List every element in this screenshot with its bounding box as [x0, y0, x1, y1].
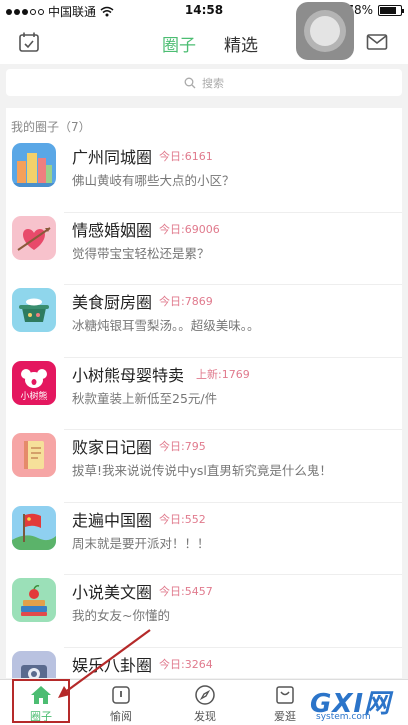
- list-item[interactable]: 小说美文圈 今日:5457 我的女友~你懂的: [6, 575, 402, 648]
- circle-desc: 拔草!我来说说传说中ysl直男斩究竟是什么鬼！: [72, 463, 332, 478]
- list-item[interactable]: 败家日记圈 今日:795 拔草!我来说说传说中ysl直男斩究竟是什么鬼！: [6, 430, 402, 503]
- circle-count: 今日:7869: [159, 295, 213, 308]
- circle-count: 今日:795: [159, 440, 206, 453]
- circle-name: 美食厨房圈: [72, 293, 153, 312]
- cooking-pot-icon: [12, 288, 56, 332]
- circle-name: 小树熊母婴特卖: [72, 365, 185, 385]
- circle-count: 上新:1769: [196, 367, 250, 381]
- mail-icon[interactable]: [366, 31, 388, 53]
- circle-desc: 佛山黄岐有哪些大点的小区？: [72, 173, 235, 188]
- search-bar: 搜索: [0, 64, 408, 102]
- tab-bar-label: 愉阅: [110, 710, 132, 723]
- circle-count: 今日:69006: [159, 222, 220, 236]
- circle-name: 广州同城圈: [72, 148, 153, 167]
- circle-desc: 我的女友~你懂的: [72, 608, 170, 623]
- circle-count: 今日:552: [159, 512, 206, 526]
- list-item[interactable]: 情感婚姻圈 今日:69006 觉得带宝宝轻松还是累？: [6, 213, 402, 286]
- books-apple-icon: [12, 578, 56, 622]
- koala-icon: 小树熊: [12, 360, 56, 405]
- circle-desc: 觉得带宝宝轻松还是累？: [72, 245, 210, 261]
- tab-bar-item-discover[interactable]: 发现: [170, 680, 240, 725]
- tab-circles[interactable]: 圈子: [162, 31, 196, 56]
- circle-name: 娱乐八卦圈: [72, 655, 153, 675]
- koala-badge-text: 小树熊: [20, 390, 47, 402]
- circle-count: 今日:5457: [159, 585, 213, 598]
- list-item[interactable]: 美食厨房圈 今日:7869 冰糖炖银耳雪梨汤。。超级美味。。: [6, 285, 402, 358]
- book-icon: [112, 686, 130, 704]
- china-flag-icon: [12, 505, 56, 550]
- tab-featured[interactable]: 精选: [224, 31, 258, 56]
- circle-count: 今日:6161: [159, 150, 213, 163]
- search-placeholder: 搜索: [202, 76, 224, 90]
- city-buildings-icon: [12, 143, 56, 187]
- battery-icon: [378, 4, 404, 16]
- circle-name: 走遍中国圈: [72, 510, 153, 530]
- circle-desc: 冰糖炖银耳雪梨汤。。超级美味。。: [72, 318, 260, 333]
- search-icon: [184, 77, 196, 88]
- compass-icon: [195, 685, 215, 705]
- bag-icon: [276, 686, 294, 704]
- circle-list-panel: 我的圈子（7） 广州同城圈 今日:6161 佛山黄岐有哪些大点的小区？ 情感婚姻…: [6, 108, 402, 678]
- site-watermark-logo: GXI网 system.com: [306, 681, 408, 725]
- notebook-icon: [12, 433, 56, 477]
- circle-count: 今日:3264: [159, 657, 213, 671]
- tab-bar-label: 发现: [194, 710, 216, 723]
- list-item[interactable]: 小树熊 小树熊母婴特卖 上新:1769 秋款童装上新低至25元/件: [6, 358, 402, 431]
- circle-name: 败家日记圈: [72, 438, 153, 457]
- tab-bar-item-reading[interactable]: 愉阅: [86, 680, 156, 725]
- list-item[interactable]: 走遍中国圈 今日:552 周末就是要开派对！！！: [6, 503, 402, 576]
- circle-name: 情感婚姻圈: [72, 220, 153, 240]
- assistive-touch-button[interactable]: [296, 2, 354, 60]
- watermark-sub: system.com: [316, 712, 371, 722]
- section-title: 我的圈子（7）: [11, 120, 91, 134]
- list-item[interactable]: 广州同城圈 今日:6161 佛山黄岐有哪些大点的小区？: [6, 140, 402, 213]
- annotation-highlight-box: [12, 679, 70, 723]
- camera-icon: [12, 650, 56, 678]
- calendar-check-icon[interactable]: [18, 31, 40, 53]
- circle-desc: 周末就是要开派对！！！: [72, 535, 210, 551]
- circle-desc: 秋款童装上新低至25元/件: [72, 390, 218, 406]
- circle-name: 小说美文圈: [72, 583, 153, 602]
- heart-arrow-icon: [12, 215, 56, 260]
- list-item[interactable]: 娱乐八卦圈 今日:3264: [6, 648, 402, 678]
- search-input[interactable]: 搜索: [6, 69, 402, 96]
